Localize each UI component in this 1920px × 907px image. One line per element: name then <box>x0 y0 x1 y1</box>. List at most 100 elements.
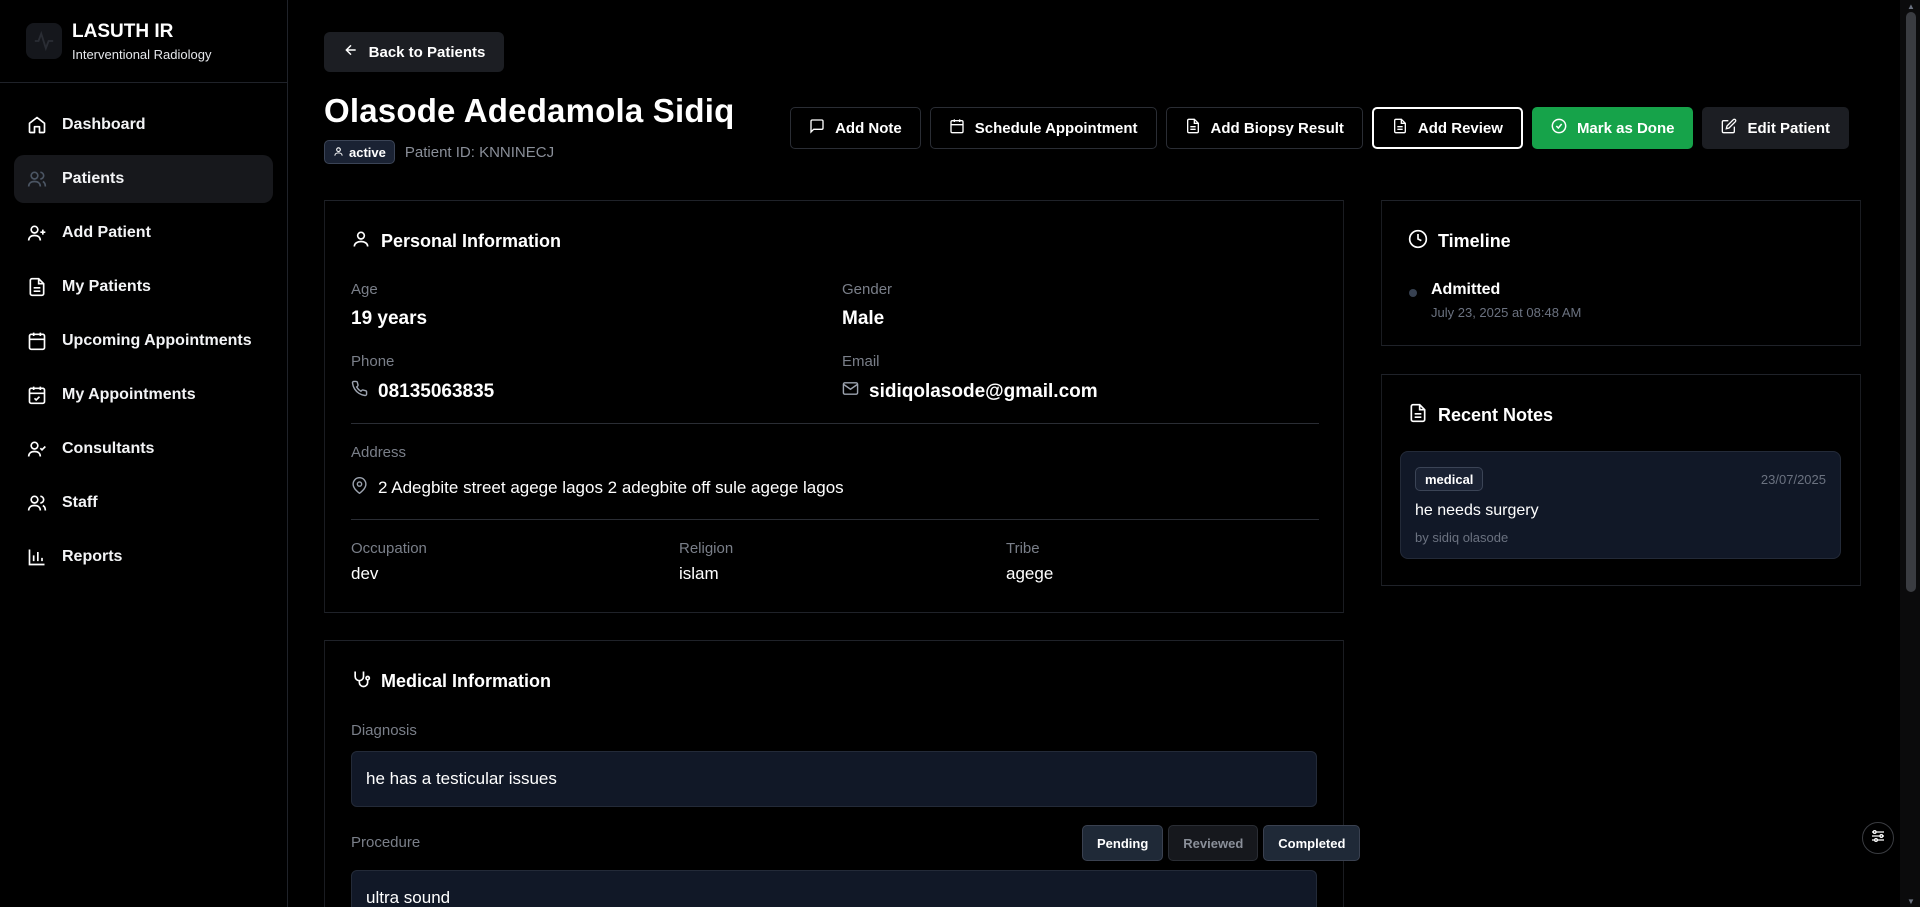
page-scrollbar[interactable]: ▲ ▼ <box>1900 0 1920 907</box>
sidebar-item-reports[interactable]: Reports <box>14 533 273 581</box>
schedule-appointment-button[interactable]: Schedule Appointment <box>929 107 1157 149</box>
add-biopsy-result-button[interactable]: Add Biopsy Result <box>1165 107 1363 149</box>
phone-label: Phone <box>351 353 395 370</box>
address-label: Address <box>351 444 407 461</box>
diagnosis-value: he has a testicular issues <box>366 769 557 788</box>
sidebar: LASUTH IR Interventional Radiology Dashb… <box>0 0 288 907</box>
users-icon <box>26 492 48 514</box>
add-review-button[interactable]: Add Review <box>1371 107 1523 149</box>
personal-info-title-text: Personal Information <box>381 231 562 251</box>
scrollbar-thumb[interactable] <box>1906 12 1916 592</box>
add-note-label: Add Note <box>835 119 902 137</box>
age-value: 19 years <box>351 308 428 329</box>
scroll-up-arrow[interactable]: ▲ <box>1906 2 1916 11</box>
sidebar-item-label: Consultants <box>62 440 155 457</box>
sidebar-item-dashboard[interactable]: Dashboard <box>14 101 273 149</box>
sidebar-item-label: Staff <box>62 494 98 511</box>
sidebar-item-patients[interactable]: Patients <box>14 155 273 203</box>
biopsy-label: Add Biopsy Result <box>1210 119 1344 137</box>
email-row: sidiqolasode@gmail.com <box>842 380 1098 403</box>
note-item[interactable]: medical 23/07/2025 he needs surgery by s… <box>1400 451 1841 559</box>
note-tag: medical <box>1415 467 1484 491</box>
back-to-patients-button[interactable]: Back to Patients <box>324 32 504 72</box>
status-pending-button[interactable]: Pending <box>1082 825 1164 861</box>
sidebar-item-label: Upcoming Appointments <box>62 332 252 349</box>
review-label: Add Review <box>1417 119 1503 137</box>
sidebar-item-label: Add Patient <box>62 224 151 241</box>
phone-row: 08135063835 <box>351 380 494 403</box>
phone-value: 08135063835 <box>378 380 495 402</box>
app-root: LASUTH IR Interventional Radiology Dashb… <box>0 0 1920 907</box>
phone-icon <box>351 380 378 403</box>
page-title: Olasode Adedamola Sidiq <box>324 92 735 129</box>
procedure-label: Procedure <box>351 834 421 851</box>
scroll-down-arrow[interactable]: ▼ <box>1906 897 1916 906</box>
medical-info-title: Medical Information <box>351 669 551 694</box>
map-pin-icon <box>351 477 378 499</box>
message-square-icon <box>809 118 835 138</box>
status-row: active Patient ID: KNNINECJ <box>324 140 554 164</box>
recent-notes-title: Recent Notes <box>1408 403 1553 428</box>
procedure-status-toggle: Pending Reviewed Completed <box>1082 825 1361 861</box>
timeline-event-time: July 23, 2025 at 08:48 AM <box>1431 305 1582 320</box>
sidebar-item-consultants[interactable]: Consultants <box>14 425 273 473</box>
sidebar-item-add-patient[interactable]: Add Patient <box>14 209 273 257</box>
sidebar-item-label: Dashboard <box>62 116 146 133</box>
user-icon <box>333 145 349 160</box>
brand-title: LASUTH IR <box>72 20 174 42</box>
email-label: Email <box>842 353 880 370</box>
bar-chart-icon <box>26 546 48 568</box>
diagnosis-label: Diagnosis <box>351 722 417 739</box>
occupation-value: dev <box>351 564 379 583</box>
personal-info-title: Personal Information <box>351 229 561 254</box>
status-text: active <box>349 144 386 160</box>
personal-information-card: Personal Information Age 19 years Gender… <box>324 200 1344 613</box>
sidebar-item-label: Reports <box>62 548 123 565</box>
activity-logo-icon <box>26 23 62 59</box>
status-reviewed-button[interactable]: Reviewed <box>1168 825 1259 861</box>
stethoscope-icon <box>351 669 381 694</box>
status-completed-button[interactable]: Completed <box>1263 825 1361 861</box>
home-icon <box>26 114 48 136</box>
medical-info-title-text: Medical Information <box>381 671 552 691</box>
procedure-value: ultra sound <box>366 888 451 907</box>
tribe-label: Tribe <box>1006 540 1040 557</box>
brand-subtitle: Interventional Radiology <box>72 46 212 62</box>
sidebar-item-upcoming-appointments[interactable]: Upcoming Appointments <box>14 317 273 365</box>
clock-icon <box>1408 229 1438 254</box>
occupation-label: Occupation <box>351 540 427 557</box>
file-text-icon <box>1392 118 1418 138</box>
diagnosis-field: he has a testicular issues <box>351 751 1317 807</box>
note-author: by sidiq olasode <box>1415 530 1509 545</box>
timeline-event-label: Admitted <box>1431 281 1501 298</box>
sidebar-item-staff[interactable]: Staff <box>14 479 273 527</box>
sidebar-item-label: My Patients <box>62 278 151 295</box>
religion-value: islam <box>679 564 719 583</box>
calendar-check-icon <box>26 384 48 406</box>
sidebar-item-my-appointments[interactable]: My Appointments <box>14 371 273 419</box>
gender-value: Male <box>842 308 885 329</box>
action-bar: Add Note Schedule Appointment Add Biopsy… <box>790 107 1849 149</box>
age-label: Age <box>351 281 378 298</box>
user-plus-icon <box>26 222 48 244</box>
user-check-icon <box>26 438 48 460</box>
calendar-icon <box>949 118 975 138</box>
sidebar-item-label: Patients <box>62 170 125 187</box>
edit-patient-button[interactable]: Edit Patient <box>1702 107 1849 149</box>
sidebar-item-label: My Appointments <box>62 386 196 403</box>
note-date: 23/07/2025 <box>1760 472 1826 487</box>
timeline-dot <box>1409 289 1417 297</box>
add-note-button[interactable]: Add Note <box>790 107 921 149</box>
email-value: sidiqolasode@gmail.com <box>869 380 1098 402</box>
file-text-icon <box>1408 403 1438 428</box>
sidebar-item-my-patients[interactable]: My Patients <box>14 263 273 311</box>
timeline-title-text: Timeline <box>1438 231 1511 251</box>
mark-as-done-button[interactable]: Mark as Done <box>1531 107 1694 149</box>
done-label: Mark as Done <box>1576 119 1675 137</box>
brand: LASUTH IR Interventional Radiology <box>0 0 287 83</box>
settings-sliders-button[interactable] <box>1862 822 1894 854</box>
address-value: 2 Adegbite street agege lagos 2 adegbite… <box>378 478 844 497</box>
procedure-field: ultra sound <box>351 870 1317 907</box>
status-badge: active <box>324 140 395 164</box>
back-label: Back to Patients <box>368 43 486 61</box>
